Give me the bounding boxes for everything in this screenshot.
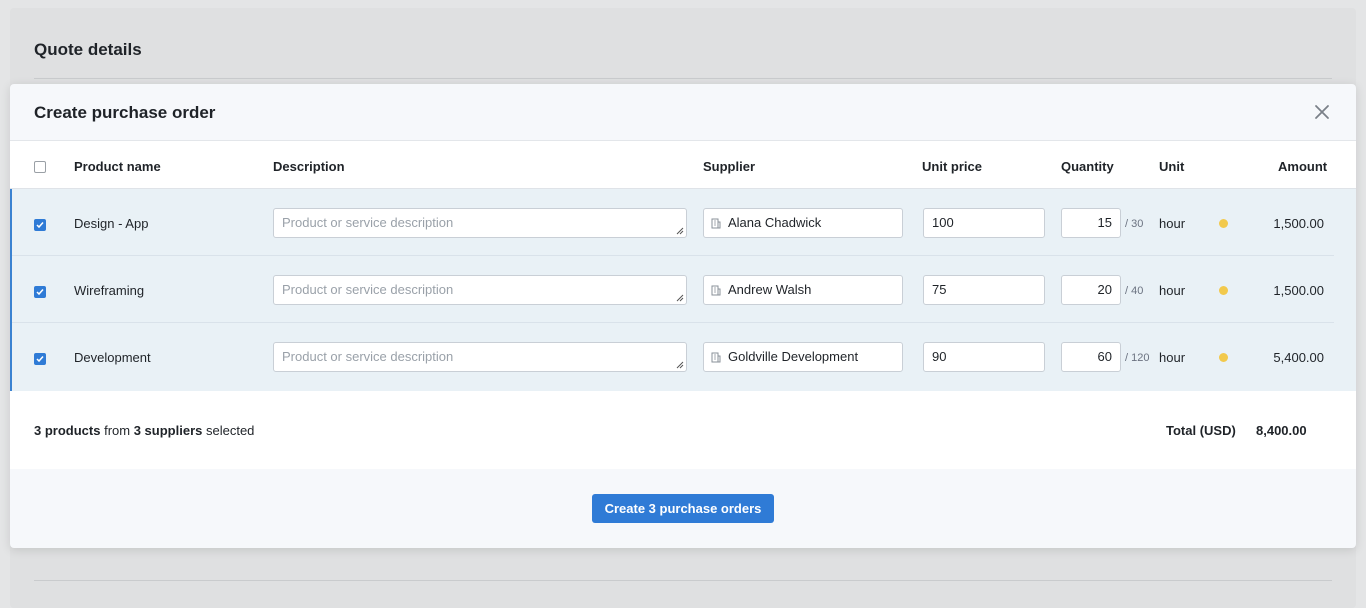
order-summary: 3 products from 3 suppliers selected Tot… xyxy=(10,391,1356,469)
supplier-name: Alana Chadwick xyxy=(728,215,822,230)
product-name: Design - App xyxy=(74,216,149,231)
table-row: Wireframing Product or service descripti… xyxy=(12,256,1356,323)
unit-label: hour xyxy=(1159,216,1186,231)
total-label: Total (USD) xyxy=(1166,423,1236,438)
column-unit-price: Unit price xyxy=(922,159,982,174)
unit-label: hour xyxy=(1159,350,1186,365)
unit-price-input[interactable]: 90 xyxy=(923,342,1045,372)
row-checkbox[interactable] xyxy=(34,286,46,298)
description-placeholder: Product or service description xyxy=(282,215,454,230)
summary-from: from xyxy=(104,423,131,438)
supplier-field[interactable]: Alana Chadwick xyxy=(703,208,903,238)
unit-label: hour xyxy=(1159,283,1186,298)
table-row: Development Product or service descripti… xyxy=(12,323,1356,390)
unit-price-input[interactable]: 75 xyxy=(923,275,1045,305)
resize-handle-icon[interactable] xyxy=(676,227,684,235)
divider xyxy=(34,78,1332,79)
column-description: Description xyxy=(273,159,345,174)
building-icon xyxy=(711,285,721,296)
resize-handle-icon[interactable] xyxy=(676,294,684,302)
modal-title: Create purchase order xyxy=(34,103,216,122)
row-checkbox[interactable] xyxy=(34,353,46,365)
supplier-field[interactable]: Goldville Development xyxy=(703,342,903,372)
building-icon xyxy=(711,352,721,363)
description-input[interactable]: Product or service description xyxy=(273,275,687,305)
selection-summary: 3 products from 3 suppliers selected xyxy=(34,423,254,438)
row-amount: 1,500.00 xyxy=(1273,216,1324,231)
row-amount: 1,500.00 xyxy=(1273,283,1324,298)
supplier-name: Andrew Walsh xyxy=(728,282,812,297)
suppliers-count: 3 suppliers xyxy=(133,423,203,438)
column-unit: Unit xyxy=(1159,159,1185,174)
description-input[interactable]: Product or service description xyxy=(273,342,687,372)
total-value: 8,400.00 xyxy=(1256,423,1307,438)
product-name: Wireframing xyxy=(74,283,145,298)
quantity-max: / 120 xyxy=(1125,352,1150,364)
checkbox-icon xyxy=(36,289,44,296)
description-placeholder: Product or service description xyxy=(282,349,454,364)
table-header: Product name Description Supplier Unit p… xyxy=(10,141,1356,189)
resize-handle-icon[interactable] xyxy=(676,361,684,369)
product-name: Development xyxy=(74,350,151,365)
close-icon[interactable] xyxy=(1314,104,1330,120)
row-amount: 5,400.00 xyxy=(1273,350,1324,365)
selected-rows: Design - App Product or service descript… xyxy=(10,189,1356,392)
description-input[interactable]: Product or service description xyxy=(273,208,687,238)
column-quantity: Quantity xyxy=(1061,159,1114,174)
checkbox-icon xyxy=(36,222,44,229)
create-purchase-order-modal: Create purchase order Product name Descr… xyxy=(10,84,1356,548)
products-table: Product name Description Supplier Unit p… xyxy=(10,141,1356,392)
quantity-input[interactable]: 15 xyxy=(1061,208,1121,238)
products-count: 3 products xyxy=(34,423,101,438)
row-checkbox[interactable] xyxy=(34,219,46,231)
unit-price-input[interactable]: 100 xyxy=(923,208,1045,238)
column-supplier: Supplier xyxy=(703,159,756,174)
quantity-input[interactable]: 20 xyxy=(1061,275,1121,305)
select-all-checkbox[interactable] xyxy=(34,161,46,173)
quantity-input[interactable]: 60 xyxy=(1061,342,1121,372)
quote-details-title: Quote details xyxy=(34,40,142,59)
table-row: Design - App Product or service descript… xyxy=(12,189,1356,256)
summary-selected: selected xyxy=(205,423,255,438)
quantity-max: / 40 xyxy=(1125,285,1144,297)
divider xyxy=(34,580,1332,581)
supplier-field[interactable]: Andrew Walsh xyxy=(703,275,903,305)
column-product-name: Product name xyxy=(74,159,161,174)
description-placeholder: Product or service description xyxy=(282,282,454,297)
checkbox-icon xyxy=(36,356,44,363)
modal-header: Create purchase order xyxy=(10,84,1356,141)
building-icon xyxy=(711,218,721,229)
create-purchase-orders-button[interactable]: Create 3 purchase orders xyxy=(592,494,774,523)
supplier-name: Goldville Development xyxy=(728,349,859,364)
quantity-max: / 30 xyxy=(1125,218,1144,230)
column-amount: Amount xyxy=(1278,159,1328,174)
